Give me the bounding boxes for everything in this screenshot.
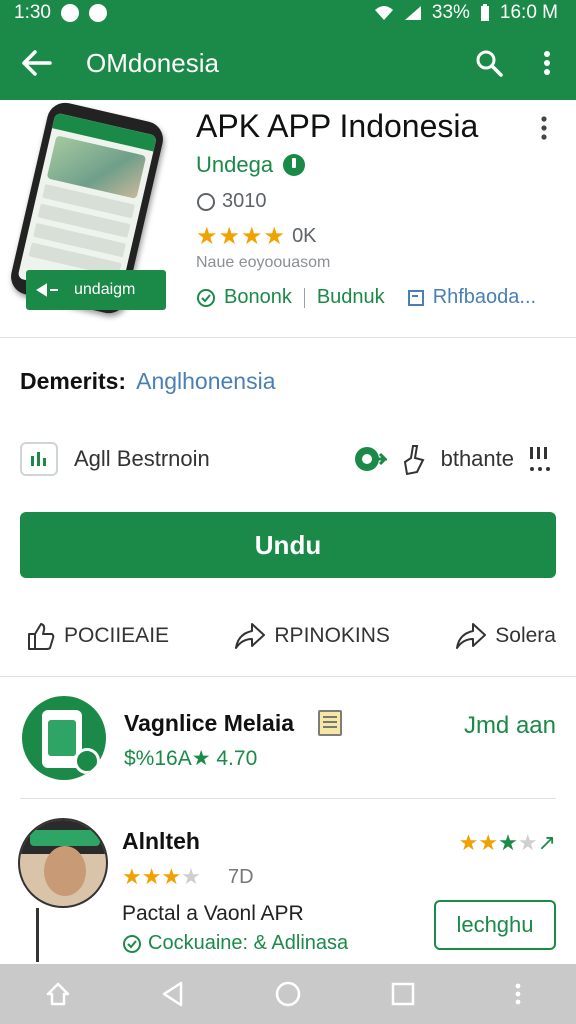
- related-app-subtitle: $%16A★ 4.70: [124, 747, 258, 770]
- app-size: 3010: [222, 190, 267, 212]
- related-app-button[interactable]: lechghu: [434, 900, 556, 950]
- back-triangle-icon: [162, 981, 183, 1007]
- avatar: [18, 818, 108, 908]
- nav-menu-button[interactable]: [488, 964, 548, 1024]
- details-label: Demerits:: [20, 368, 127, 394]
- details-line: Demerits: Anglhonensia: [20, 368, 276, 395]
- status-bar: 1:30 33% 16:0 M: [0, 0, 576, 26]
- more-vert-icon: [541, 116, 547, 140]
- rating-stars: ★★★★: [196, 223, 287, 250]
- app-screenshot[interactable]: undaigm: [7, 99, 174, 317]
- app-icon: [22, 696, 106, 780]
- share-icon: [456, 623, 487, 649]
- rating-count: 7D: [228, 866, 254, 888]
- recents-button[interactable]: [373, 964, 433, 1024]
- status-time: 1:30: [14, 2, 51, 23]
- download-size-icon: [197, 192, 215, 211]
- related-app-title: Vagnlice Melaia: [124, 710, 295, 736]
- battery-icon: [480, 4, 489, 21]
- details-value[interactable]: Anglhonensia: [136, 368, 275, 395]
- more-vert-icon: [544, 51, 550, 75]
- app-header-card: undaigm APK APP Indonesia Undega 3010 ★★…: [0, 99, 576, 338]
- check-circle-icon: [197, 288, 215, 307]
- notification-icon: [60, 4, 79, 22]
- rating-count: 0K: [292, 225, 317, 247]
- feature-label: Cockuaine: & Adlinasa: [148, 932, 349, 954]
- tag-item[interactable]: Bononk: [224, 286, 292, 309]
- signal-icon: [404, 6, 421, 20]
- developer-name[interactable]: Undega: [196, 152, 273, 178]
- tags-row: Bononk Budnuk Rhfbaoda...: [196, 286, 536, 309]
- actions-row: POCIIEAIE RPINOKINS Solera: [0, 608, 576, 664]
- app-bar: OMdonesia: [0, 26, 576, 100]
- share-action[interactable]: Solera: [455, 622, 556, 650]
- divider: [0, 676, 576, 677]
- hand-icon: [403, 445, 425, 476]
- rating-row: ★★★★ 0K: [196, 222, 317, 251]
- home-button[interactable]: [28, 964, 88, 1024]
- rating-stars: ★★★★: [122, 864, 201, 889]
- system-nav-bar: [0, 964, 576, 1024]
- feature-right-label: bthante: [440, 446, 514, 471]
- feature-row: Agll Bestrnoin bthante: [20, 438, 556, 480]
- share-icon: [235, 623, 266, 649]
- size-row: 3010: [196, 190, 267, 213]
- search-icon: [476, 50, 503, 77]
- home-icon: [46, 982, 69, 1006]
- action-label: RPINOKINS: [274, 624, 390, 647]
- screenshot-badge: undaigm: [26, 270, 166, 310]
- list-item[interactable]: Vagnlice Melaia $%16A★ 4.70 Jmd aan: [0, 692, 576, 796]
- refresh-icon[interactable]: [353, 444, 387, 474]
- tag-item[interactable]: Budnuk: [317, 286, 385, 309]
- developer-row[interactable]: Undega: [196, 152, 306, 178]
- list-item[interactable]: Alnlteh ★★★★ 7D ★★★★↗ Pactal a Vaonl APR…: [0, 812, 576, 962]
- like-action[interactable]: POCIIEAIE: [26, 621, 169, 651]
- related-app-cta[interactable]: Jmd aan: [464, 712, 556, 740]
- rating-stars: ★★★★↗: [458, 830, 556, 855]
- back-arrow-icon: [22, 50, 52, 76]
- meta-text: Naue eoyoouasom: [196, 254, 331, 271]
- back-button[interactable]: [0, 26, 74, 100]
- notification-icon: [88, 4, 107, 22]
- document-icon: [407, 289, 424, 306]
- share-action[interactable]: RPINOKINS: [234, 622, 390, 650]
- badge-label: undaigm: [74, 281, 136, 298]
- search-button[interactable]: [460, 26, 518, 100]
- overflow-menu-button[interactable]: [518, 26, 576, 100]
- home-circle-icon: [275, 981, 301, 1007]
- action-label: POCIIEAIE: [64, 624, 170, 647]
- grid-dots-icon: [530, 447, 550, 471]
- app-menu-button[interactable]: [540, 116, 548, 145]
- home-circle-button[interactable]: [258, 964, 318, 1024]
- related-app-feature: Cockuaine: & Adlinasa: [122, 932, 348, 955]
- divider: [303, 287, 305, 308]
- divider: [20, 798, 556, 799]
- chart-icon: [20, 442, 58, 476]
- tag-item[interactable]: Rhfbaoda...: [433, 286, 536, 309]
- action-label: Solera: [495, 624, 556, 647]
- verified-icon: [283, 154, 306, 176]
- recents-square-icon: [391, 982, 415, 1006]
- page-title: OMdonesia: [86, 47, 219, 78]
- back-nav-button[interactable]: [143, 964, 203, 1024]
- thumbs-up-icon: [28, 623, 55, 650]
- top-bar: 1:30 33% 16:0 M OMdonesia: [0, 0, 576, 100]
- battery-percent: 33%: [431, 2, 470, 23]
- related-app-description: Pactal a Vaonl APR: [122, 902, 304, 925]
- feature-name: Agll Bestrnoin: [74, 446, 210, 471]
- related-app-title: Alnlteh: [122, 828, 200, 854]
- notes-icon: [318, 710, 342, 736]
- divider: [36, 908, 39, 962]
- check-circle-icon: [123, 934, 141, 953]
- app-title: APK APP Indonesia: [196, 108, 479, 144]
- play-icon: [36, 283, 58, 297]
- status-clock: 16:0 M: [499, 2, 558, 23]
- install-button[interactable]: Undu: [20, 512, 556, 578]
- wifi-icon: [374, 6, 393, 20]
- more-vert-icon: [515, 983, 521, 1005]
